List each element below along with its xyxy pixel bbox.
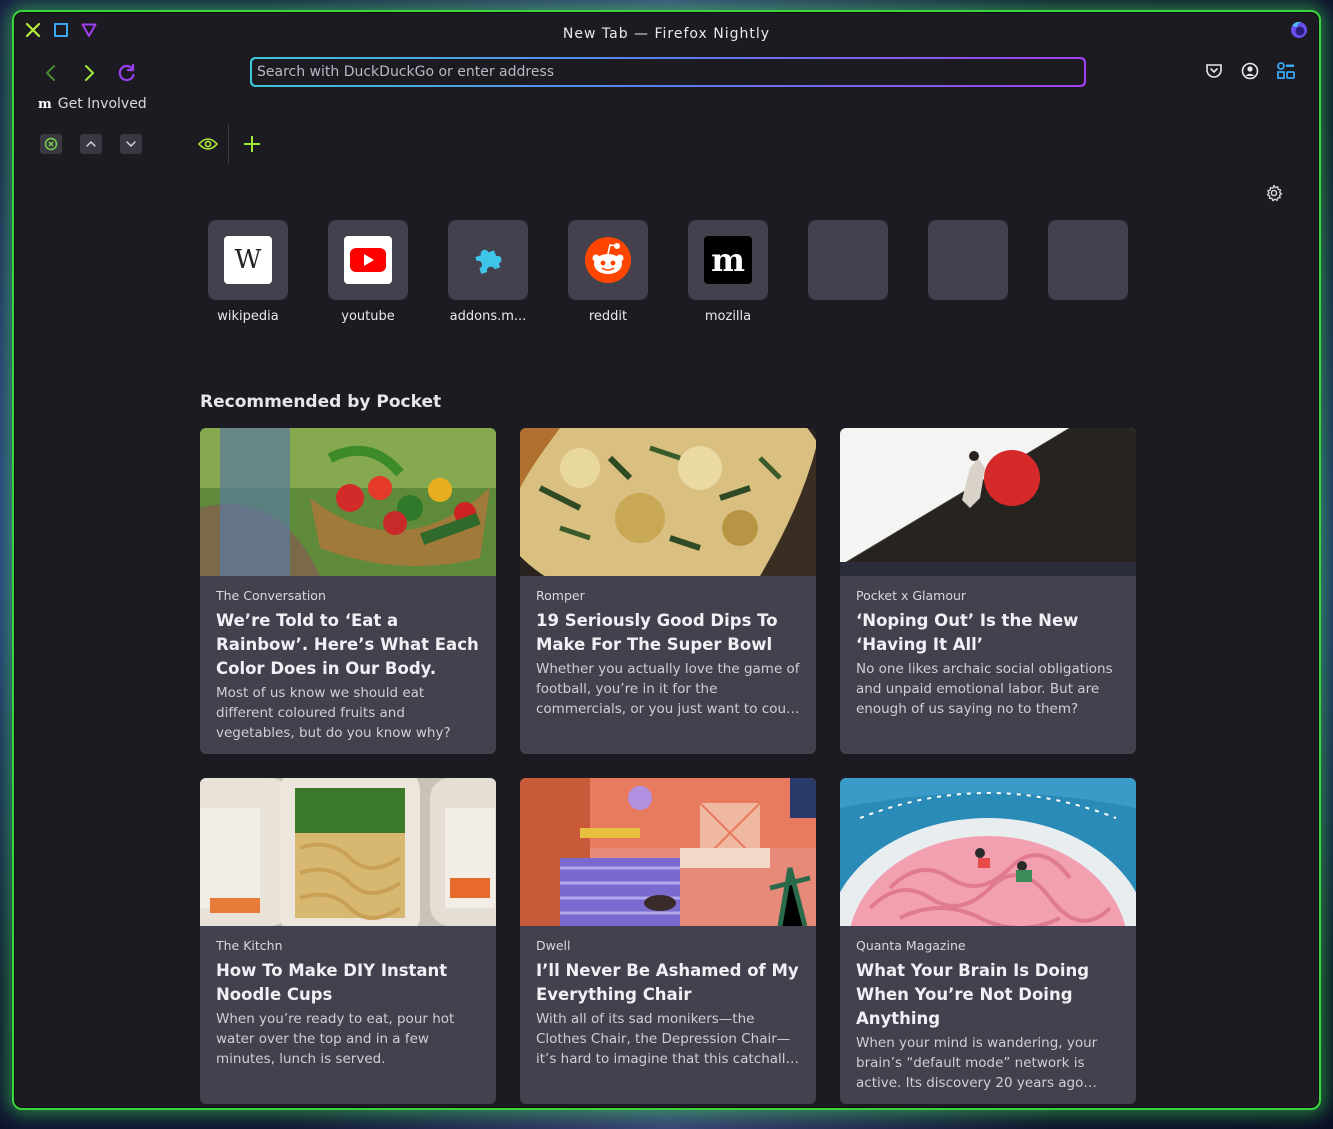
card-title: 19 Seriously Good Dips To Make For The S…	[536, 611, 778, 654]
top-site-youtube[interactable]: youtube	[328, 220, 408, 324]
pocket-heading: Recommended by Pocket	[200, 392, 442, 412]
pocket-card[interactable]: The Kitchn How To Make DIY Instant Noodl…	[200, 778, 496, 1104]
tile-box	[808, 220, 888, 300]
chevron-right-icon[interactable]	[76, 60, 102, 86]
card-description: No one likes archaic social obligations …	[856, 661, 1113, 717]
top-site-mozilla[interactable]: m mozilla	[688, 220, 768, 324]
card-description: Whether you actually love the game of fo…	[536, 661, 800, 717]
tile-box: W	[208, 220, 288, 300]
bookmark-get-involved[interactable]: m Get Involved	[38, 96, 147, 112]
reddit-icon	[584, 236, 632, 284]
tile-label: youtube	[341, 309, 395, 324]
gear-icon[interactable]	[1265, 184, 1283, 202]
bookmark-label: Get Involved	[57, 96, 147, 112]
card-image	[520, 428, 816, 576]
card-description: When your mind is wandering, your brain’…	[856, 1035, 1098, 1091]
firefox-nightly-icon[interactable]	[1289, 20, 1309, 40]
wikipedia-w: W	[234, 245, 262, 275]
close-circle-icon[interactable]	[40, 134, 62, 154]
card-title: How To Make DIY Instant Noodle Cups	[216, 961, 448, 1004]
mozilla-m: m	[711, 241, 745, 279]
top-site-empty[interactable]	[928, 220, 1008, 324]
chevron-down-icon[interactable]	[120, 134, 142, 154]
top-sites: W wikipedia youtube addons.m... reddit m…	[208, 220, 1128, 324]
card-description: When you’re ready to eat, pour hot water…	[216, 1011, 455, 1067]
tile-box	[568, 220, 648, 300]
tile-label: mozilla	[704, 309, 752, 324]
top-site-wikipedia[interactable]: W wikipedia	[208, 220, 288, 324]
card-image	[840, 428, 1136, 576]
chevron-left-icon[interactable]	[38, 60, 64, 86]
search-input[interactable]	[252, 59, 1084, 85]
card-image	[200, 428, 496, 576]
browser-window: New Tab — Firefox Nightly Search with Du…	[12, 10, 1321, 1110]
plus-icon[interactable]	[240, 132, 264, 156]
chevron-up-icon[interactable]	[80, 134, 102, 154]
tile-box	[928, 220, 1008, 300]
card-image	[520, 778, 816, 926]
pocket-card[interactable]: Quanta Magazine What Your Brain Is Doing…	[840, 778, 1136, 1104]
extensions-icon[interactable]	[1275, 60, 1297, 82]
eye-icon[interactable]	[196, 132, 220, 156]
top-site-addons[interactable]: addons.m...	[448, 220, 528, 324]
tile-box	[1048, 220, 1128, 300]
card-source: Pocket x Glamour	[856, 588, 967, 603]
find-toolbar	[14, 124, 314, 164]
card-title: ‘Noping Out’ Is the New ‘Having It All’	[856, 611, 1079, 654]
card-source: Dwell	[536, 938, 571, 953]
card-source: The Conversation	[216, 588, 326, 603]
pocket-icon[interactable]	[1203, 60, 1225, 82]
card-body: The Conversation We’re Told to ‘Eat a Ra…	[200, 576, 496, 743]
card-source: Quanta Magazine	[856, 938, 966, 953]
pocket-cards: The Conversation We’re Told to ‘Eat a Ra…	[200, 428, 1136, 1104]
puzzle-icon	[464, 236, 512, 284]
pocket-card[interactable]: Dwell I’ll Never Be Ashamed of My Everyt…	[520, 778, 816, 1104]
card-body: The Kitchn How To Make DIY Instant Noodl…	[200, 926, 496, 1069]
tile-label: reddit	[588, 309, 628, 324]
top-site-empty[interactable]	[808, 220, 888, 324]
reload-icon[interactable]	[114, 60, 140, 86]
account-icon[interactable]	[1239, 60, 1261, 82]
pocket-card[interactable]: Romper 19 Seriously Good Dips To Make Fo…	[520, 428, 816, 754]
card-description: Most of us know we should eat different …	[216, 685, 451, 741]
navigation-toolbar	[14, 56, 1319, 92]
toolbar-right-icons	[1203, 60, 1297, 82]
tile-label: addons.m...	[449, 309, 527, 324]
top-site-reddit[interactable]: reddit	[568, 220, 648, 324]
card-source: The Kitchn	[216, 938, 283, 953]
card-description: With all of its sad monikers—the Clothes…	[536, 1011, 800, 1067]
card-body: Pocket x Glamour ‘Noping Out’ Is the New…	[840, 576, 1136, 719]
titlebar: New Tab — Firefox Nightly	[14, 12, 1319, 52]
card-title: We’re Told to ‘Eat a Rainbow’. Here’s Wh…	[216, 611, 479, 678]
wikipedia-icon: W	[224, 236, 272, 284]
mozilla-m-icon: m	[38, 96, 52, 112]
card-body: Dwell I’ll Never Be Ashamed of My Everyt…	[520, 926, 816, 1069]
top-site-empty[interactable]	[1048, 220, 1128, 324]
youtube-icon	[344, 236, 392, 284]
card-title: I’ll Never Be Ashamed of My Everything C…	[536, 961, 799, 1004]
window-title: New Tab — Firefox Nightly	[562, 26, 771, 42]
tile-box: m	[688, 220, 768, 300]
card-title: What Your Brain Is Doing When You’re Not…	[856, 961, 1090, 1028]
pocket-card[interactable]: The Conversation We’re Told to ‘Eat a Ra…	[200, 428, 496, 754]
card-source: Romper	[536, 588, 585, 603]
card-body: Romper 19 Seriously Good Dips To Make Fo…	[520, 576, 816, 719]
card-image	[840, 778, 1136, 926]
card-body: Quanta Magazine What Your Brain Is Doing…	[840, 926, 1136, 1093]
card-image	[200, 778, 496, 926]
mozilla-icon: m	[704, 236, 752, 284]
address-bar	[250, 57, 1086, 87]
tile-box	[328, 220, 408, 300]
tile-label: wikipedia	[217, 309, 279, 324]
toolbar-divider	[228, 124, 229, 164]
tile-box	[448, 220, 528, 300]
pocket-card[interactable]: Pocket x Glamour ‘Noping Out’ Is the New…	[840, 428, 1136, 754]
